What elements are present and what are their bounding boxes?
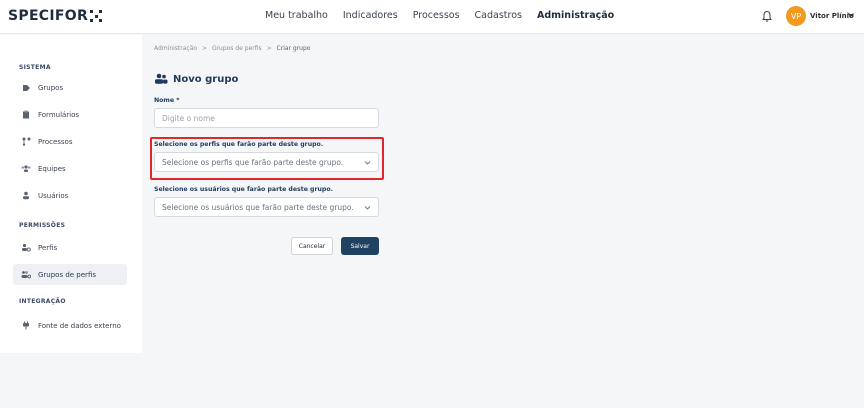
page-title: Novo grupo — [154, 73, 238, 85]
breadcrumb-separator: > — [266, 45, 272, 52]
sidebar: SISTEMA Grupos Formulários Processos Equ… — [0, 35, 142, 353]
users-select-placeholder: Selecione os usuários que farão parte de… — [162, 202, 354, 212]
bell-icon[interactable] — [761, 10, 773, 23]
breadcrumb-item-administracao[interactable]: Administração — [154, 45, 197, 52]
sidebar-item-label: Processos — [38, 137, 73, 146]
sidebar-item-equipes[interactable]: Equipes — [13, 158, 127, 179]
sidebar-item-label: Equipes — [38, 164, 66, 173]
nav-item-administracao[interactable]: Administração — [537, 10, 614, 21]
sidebar-item-usuarios[interactable]: Usuários — [13, 185, 127, 206]
sidebar-item-formularios[interactable]: Formulários — [13, 104, 127, 125]
sidebar-item-label: Grupos de perfis — [38, 270, 96, 279]
nav-item-cadastros[interactable]: Cadastros — [475, 10, 522, 21]
save-button[interactable]: Salvar — [341, 237, 379, 255]
users-select[interactable]: Selecione os usuários que farão parte de… — [154, 197, 379, 217]
clipboard-icon — [21, 110, 31, 120]
top-bar: SPECIFOR Meu trabalho Indicadores Proces… — [0, 0, 864, 34]
nav-item-meu-trabalho[interactable]: Meu trabalho — [265, 10, 328, 21]
logo-mark-icon — [90, 10, 103, 22]
nav-item-indicadores[interactable]: Indicadores — [343, 10, 398, 21]
sidebar-section-permissoes: PERMISSÕES — [19, 222, 66, 229]
breadcrumb: Administração > Grupos de perfis > Criar… — [154, 45, 310, 52]
sidebar-item-label: Formulários — [38, 110, 80, 119]
sidebar-item-label: Usuários — [38, 191, 69, 200]
group-gear-icon — [21, 270, 31, 280]
sidebar-section-sistema: SISTEMA — [19, 64, 51, 71]
name-label: Nome * — [154, 97, 180, 104]
users-label: Selecione os usuários que farão parte de… — [154, 186, 333, 193]
highlight-box — [150, 137, 384, 180]
breadcrumb-item-criar-grupo: Criar grupo — [276, 45, 311, 52]
tag-icon — [21, 83, 31, 93]
flow-icon — [21, 137, 31, 147]
chevron-down-icon — [364, 206, 371, 210]
page-title-text: Novo grupo — [173, 73, 239, 85]
breadcrumb-separator: > — [201, 45, 208, 52]
name-field[interactable]: Digite o nome — [154, 108, 379, 128]
sidebar-item-label: Grupos — [38, 83, 64, 92]
sidebar-item-label: Fonte de dados externo — [38, 321, 121, 330]
sidebar-section-integracao: INTEGRAÇÃO — [19, 298, 66, 305]
main-nav: Meu trabalho Indicadores Processos Cadas… — [265, 10, 629, 21]
name-field-placeholder: Digite o nome — [162, 113, 215, 123]
sidebar-item-grupos[interactable]: Grupos — [13, 77, 127, 98]
sidebar-item-label: Perfis — [38, 243, 58, 252]
sidebar-item-processos[interactable]: Processos — [13, 131, 127, 152]
users-icon — [155, 73, 168, 84]
sidebar-item-grupos-de-perfis[interactable]: Grupos de perfis — [13, 264, 127, 285]
cancel-button[interactable]: Cancelar — [291, 237, 333, 255]
team-icon — [21, 164, 31, 174]
avatar[interactable]: VP — [786, 6, 806, 26]
chevron-down-icon[interactable] — [847, 11, 855, 19]
plug-icon — [21, 321, 31, 331]
sidebar-item-fonte-de-dados-externo[interactable]: Fonte de dados externo — [13, 315, 127, 336]
sidebar-item-perfis[interactable]: Perfis — [13, 237, 127, 258]
logo[interactable]: SPECIFOR — [8, 8, 103, 24]
user-icon — [21, 191, 31, 201]
profile-gear-icon — [21, 243, 31, 253]
breadcrumb-item-grupos-de-perfis[interactable]: Grupos de perfis — [212, 45, 262, 52]
logo-text: SPECIFOR — [8, 8, 89, 24]
main-content: Administração > Grupos de perfis > Criar… — [142, 35, 864, 408]
nav-item-processos[interactable]: Processos — [413, 10, 460, 21]
